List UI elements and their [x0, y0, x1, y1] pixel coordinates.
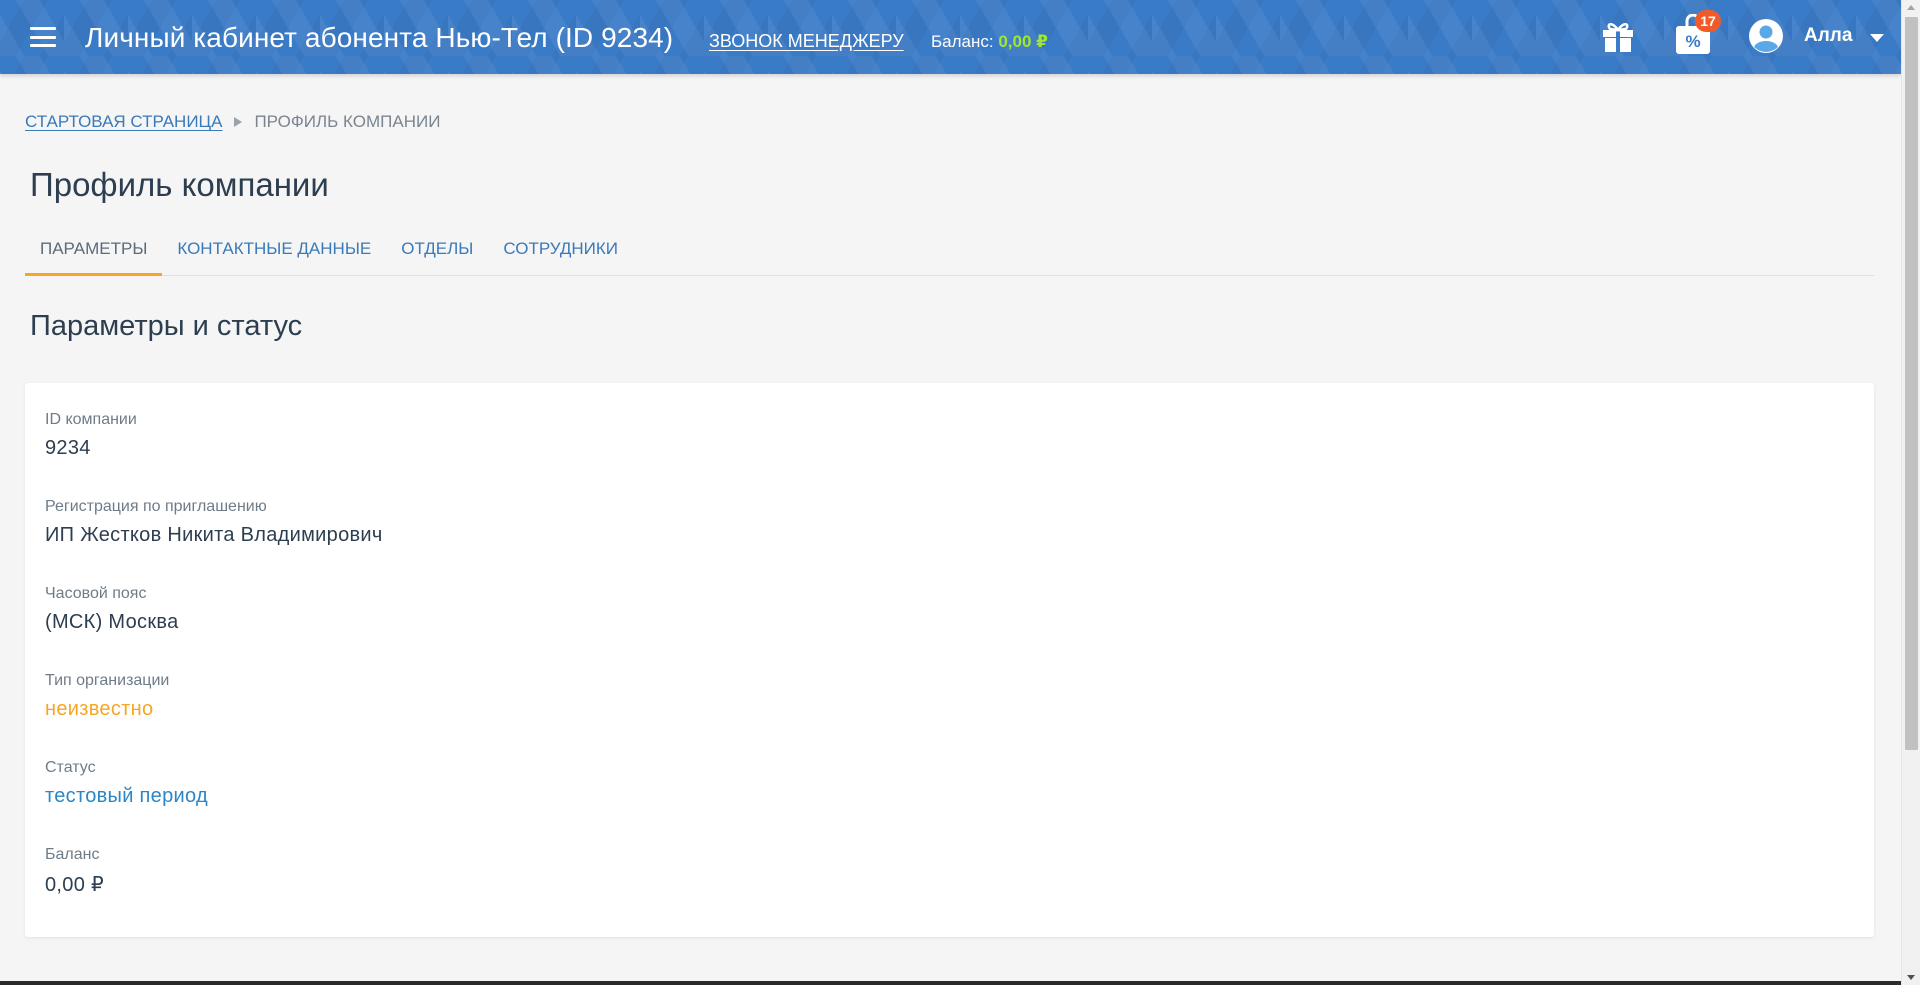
- user-avatar-icon: [1749, 19, 1783, 53]
- field-status: Статус тестовый период: [45, 759, 208, 808]
- page-title: Профиль компании: [30, 166, 329, 203]
- gift-icon[interactable]: [1600, 18, 1636, 54]
- field-timezone: Часовой пояс (МСК) Москва: [45, 585, 179, 634]
- field-label: Регистрация по приглашению: [45, 498, 267, 515]
- field-label: Часовой пояс: [45, 585, 147, 602]
- field-value-warning: неизвестно: [45, 698, 154, 720]
- field-label: Баланс: [45, 846, 100, 863]
- field-org-type: Тип организации неизвестно: [45, 672, 169, 721]
- scroll-down-icon[interactable]: [1907, 975, 1915, 980]
- field-value: 9234: [45, 437, 91, 459]
- tab-employees[interactable]: СОТРУДНИКИ: [488, 230, 633, 276]
- tab-departments[interactable]: ОТДЕЛЫ: [386, 230, 488, 276]
- page-scrollbar[interactable]: [1901, 0, 1920, 985]
- call-manager-link[interactable]: ЗВОНОК МЕНЕДЖЕРУ: [709, 31, 904, 52]
- user-menu[interactable]: Алла: [1748, 18, 1885, 54]
- scrollbar-thumb[interactable]: [1905, 17, 1918, 750]
- svg-text:%: %: [1685, 32, 1700, 51]
- chevron-down-icon: [1870, 34, 1885, 42]
- field-label: Статус: [45, 759, 96, 776]
- parameters-card: ID компании 9234 Регистрация по приглаше…: [25, 383, 1874, 937]
- field-value: (МСК) Москва: [45, 611, 179, 633]
- field-balance: Баланс 0,00 ₽: [45, 846, 104, 897]
- promo-count-badge: 17: [1695, 10, 1721, 32]
- field-label: ID компании: [45, 411, 137, 428]
- status-link[interactable]: тестовый период: [45, 785, 208, 808]
- promo-bag-button[interactable]: % 17: [1673, 10, 1721, 56]
- header-balance-label: Баланс:: [931, 32, 994, 51]
- field-invited-by: Регистрация по приглашению ИП Жестков Ни…: [45, 498, 383, 547]
- breadcrumb-separator-icon: [234, 117, 243, 127]
- breadcrumb: СТАРТОВАЯ СТРАНИЦА ПРОФИЛЬ КОМПАНИИ: [25, 112, 440, 132]
- user-name: Алла: [1804, 25, 1853, 46]
- scroll-up-icon[interactable]: [1907, 5, 1915, 10]
- menu-icon[interactable]: [30, 27, 56, 47]
- header-balance: Баланс: 0,00 ₽: [931, 32, 1048, 52]
- profile-tabs: ПАРАМЕТРЫ КОНТАКТНЫЕ ДАННЫЕ ОТДЕЛЫ СОТРУ…: [25, 230, 1874, 276]
- field-value: ИП Жестков Никита Владимирович: [45, 524, 383, 546]
- breadcrumb-current: ПРОФИЛЬ КОМПАНИИ: [254, 112, 441, 131]
- header-balance-value: 0,00 ₽: [998, 32, 1048, 51]
- breadcrumb-home-link[interactable]: СТАРТОВАЯ СТРАНИЦА: [25, 112, 222, 132]
- window-bottom-edge: [0, 981, 1901, 985]
- tab-contacts[interactable]: КОНТАКТНЫЕ ДАННЫЕ: [162, 230, 386, 276]
- tab-parameters[interactable]: ПАРАМЕТРЫ: [25, 230, 163, 276]
- section-title: Параметры и статус: [30, 310, 303, 342]
- field-company-id: ID компании 9234: [45, 411, 137, 460]
- top-bar: Личный кабинет абонента Нью-Тел (ID 9234…: [0, 0, 1901, 74]
- field-value: 0,00 ₽: [45, 874, 105, 896]
- app-title: Личный кабинет абонента Нью-Тел (ID 9234…: [85, 22, 674, 53]
- field-label: Тип организации: [45, 672, 170, 689]
